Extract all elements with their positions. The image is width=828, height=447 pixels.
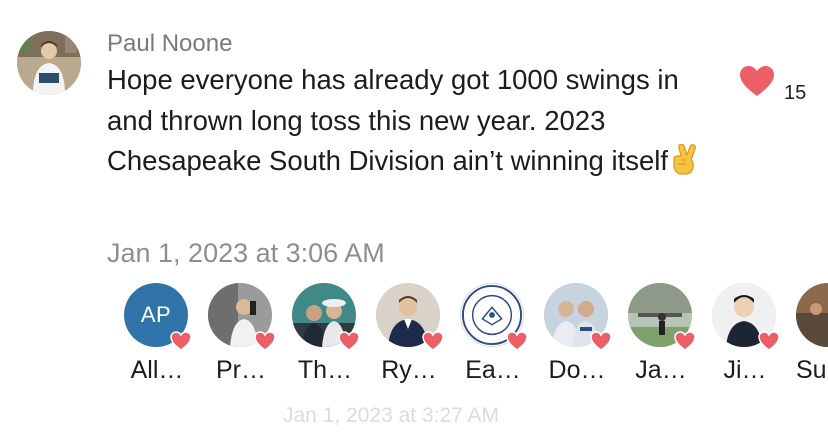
heart-icon [422, 331, 444, 351]
reactor-item[interactable]: Su [792, 283, 828, 393]
sender-avatar-photo [17, 31, 81, 95]
reactor-name: Th… [297, 356, 353, 384]
reactor-item[interactable]: Ja… [624, 283, 708, 393]
heart-icon [674, 331, 696, 351]
like-button[interactable] [739, 65, 775, 97]
reactor-item[interactable]: AP All… [120, 283, 204, 393]
reactor-item[interactable]: Pr… [204, 283, 288, 393]
reactor-item[interactable]: Do… [540, 283, 624, 393]
heart-icon [740, 66, 774, 96]
reactor-item[interactable]: Ea… [456, 283, 540, 393]
heart-icon [590, 331, 612, 351]
reactor-name: Ea… [465, 356, 521, 384]
reactor-item[interactable]: Th… [288, 283, 372, 393]
heart-icon [758, 331, 780, 351]
sender-avatar[interactable] [17, 31, 81, 95]
message-bubble[interactable]: Hope everyone has already got 1000 swing… [107, 60, 722, 188]
reactor-name: Su [796, 356, 827, 384]
crossed-fingers-emoji [670, 143, 700, 188]
next-message-timestamp: Jan 1, 2023 at 3:27 AM [283, 404, 499, 427]
like-count: 15 [784, 82, 807, 104]
reactor-name: Do… [548, 356, 606, 384]
reactor-name: All… [130, 356, 184, 384]
reactor-name: Ry… [381, 356, 437, 384]
heart-icon [338, 331, 360, 351]
reactor-avatar [796, 283, 828, 347]
reactor-item[interactable]: Ry… [372, 283, 456, 393]
reactors-list: AP All… Pr… Th… Ry… Ea… Do… Ja… Ji… Su [0, 283, 828, 393]
heart-icon [254, 331, 276, 351]
message-text: Hope everyone has already got 1000 swing… [107, 64, 679, 176]
heart-icon [170, 331, 192, 351]
reactor-name: Ji… [723, 356, 767, 384]
heart-icon [506, 331, 528, 351]
sender-name[interactable]: Paul Noone [107, 30, 232, 58]
reactor-item[interactable]: Ji… [708, 283, 792, 393]
message-timestamp: Jan 1, 2023 at 3:06 AM [107, 238, 385, 268]
reactor-name: Pr… [216, 356, 266, 384]
reactor-name: Ja… [635, 356, 687, 384]
